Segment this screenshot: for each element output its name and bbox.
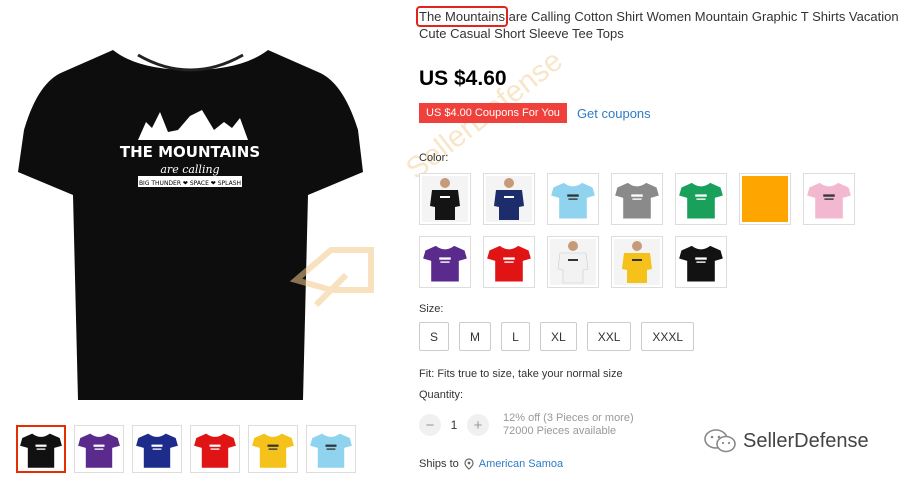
gallery-thumbnail[interactable] bbox=[306, 425, 356, 473]
fit-note: Fit: Fits true to size, take your normal… bbox=[419, 368, 623, 380]
color-swatch-orange[interactable] bbox=[739, 173, 791, 225]
quantity-stepper: − 1 + 12% off (3 Pieces or more) 72000 P… bbox=[419, 412, 634, 438]
size-option-xxxl[interactable]: XXXL bbox=[641, 322, 695, 351]
watermark-logo-icon bbox=[289, 247, 374, 308]
gallery-thumbnail[interactable] bbox=[74, 425, 124, 473]
thumbnail-strip bbox=[16, 425, 356, 473]
quantity-info: 12% off (3 Pieces or more) 72000 Pieces … bbox=[503, 412, 634, 438]
quantity-label: Quantity: bbox=[419, 389, 464, 401]
ships-to-location[interactable]: American Samoa bbox=[479, 458, 563, 470]
coupon-badge[interactable]: US $4.00 Coupons For You bbox=[419, 103, 570, 123]
brand-name: SellerDefense bbox=[743, 429, 869, 452]
gallery-thumbnail[interactable] bbox=[248, 425, 298, 473]
wechat-icon bbox=[704, 429, 736, 453]
tshirt-illustration: THE MOUNTAINS are calling BIG THUNDER ❤ … bbox=[18, 50, 363, 400]
color-swatch-light-blue[interactable] bbox=[547, 173, 599, 225]
product-title: The Mountains are Calling Cotton Shirt W… bbox=[416, 6, 909, 42]
ships-to-label: Ships to bbox=[419, 458, 459, 470]
color-swatch-pink[interactable] bbox=[803, 173, 855, 225]
product-price: US $4.60 bbox=[419, 67, 507, 90]
color-options bbox=[419, 173, 859, 288]
size-option-m[interactable]: M bbox=[459, 322, 492, 351]
color-swatch-navy-model[interactable] bbox=[483, 173, 535, 225]
get-coupons-link[interactable]: Get coupons bbox=[577, 106, 651, 121]
gallery-thumbnail[interactable] bbox=[16, 425, 66, 473]
size-label: Size: bbox=[419, 303, 444, 315]
color-swatch-black-model[interactable] bbox=[419, 173, 471, 225]
gallery-thumbnail[interactable] bbox=[190, 425, 240, 473]
color-swatch-purple[interactable] bbox=[419, 236, 471, 288]
shirt-print-line1: THE MOUNTAINS bbox=[120, 143, 260, 161]
quantity-value[interactable]: 1 bbox=[441, 418, 467, 432]
size-option-xl[interactable]: XL bbox=[540, 322, 577, 351]
color-swatch-red[interactable] bbox=[483, 236, 535, 288]
seller-defense-brand: SellerDefense bbox=[703, 428, 869, 454]
size-option-l[interactable]: L bbox=[501, 322, 531, 351]
color-swatch-gray[interactable] bbox=[611, 173, 663, 225]
size-option-xxl[interactable]: XXL bbox=[586, 322, 632, 351]
stock-available-text: 72000 Pieces available bbox=[503, 425, 617, 437]
bulk-discount-text: 12% off (3 Pieces or more) bbox=[503, 412, 634, 424]
quantity-increase-button[interactable]: + bbox=[467, 414, 489, 436]
color-swatch-black[interactable] bbox=[675, 236, 727, 288]
ships-to-row: Ships to American Samoa bbox=[419, 458, 563, 470]
location-pin-icon bbox=[464, 458, 474, 470]
shirt-print-line2: are calling bbox=[160, 163, 219, 176]
quantity-decrease-button[interactable]: − bbox=[419, 414, 441, 436]
color-swatch-white-model[interactable] bbox=[547, 236, 599, 288]
color-label: Color: bbox=[419, 152, 449, 164]
coupon-row: US $4.00 Coupons For You Get coupons bbox=[419, 103, 651, 123]
color-swatch-green[interactable] bbox=[675, 173, 727, 225]
size-option-s[interactable]: S bbox=[419, 322, 450, 351]
gallery-thumbnail[interactable] bbox=[132, 425, 182, 473]
shirt-print-line3: BIG THUNDER ❤ SPACE ❤ SPLASH bbox=[139, 180, 241, 187]
title-highlight: The Mountains bbox=[416, 6, 508, 27]
color-swatch-yellow-model[interactable] bbox=[611, 236, 663, 288]
main-product-image: THE MOUNTAINS are calling BIG THUNDER ❤ … bbox=[18, 10, 363, 403]
size-options: S M L XL XXL XXXL bbox=[419, 322, 695, 351]
